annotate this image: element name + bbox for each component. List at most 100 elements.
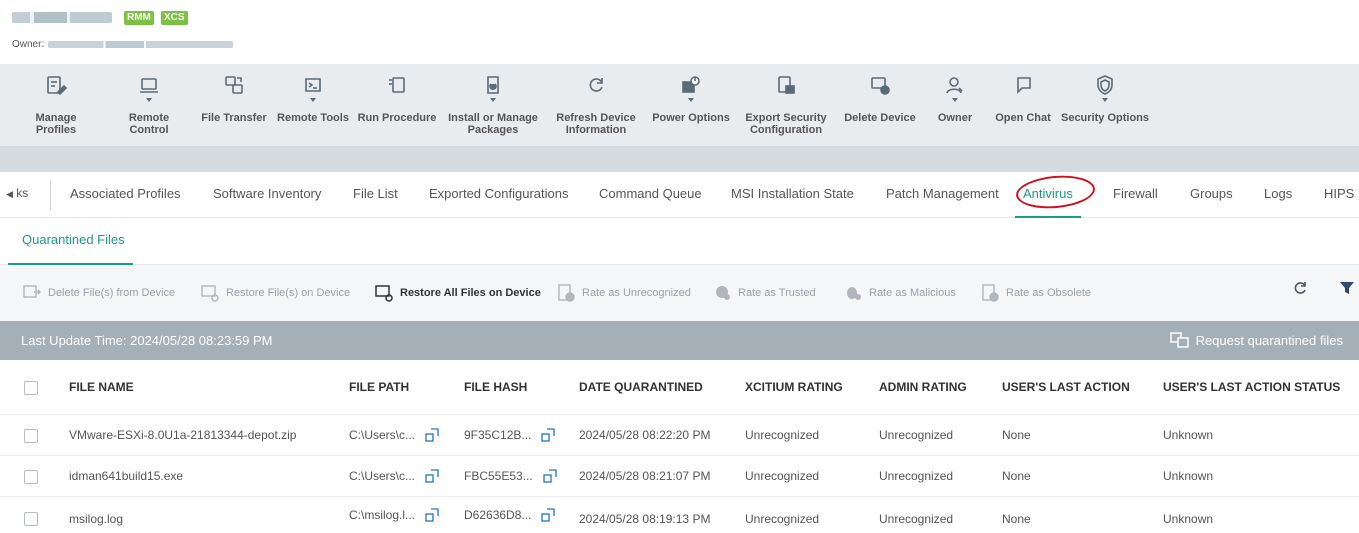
rate-obsolete-icon: [982, 284, 999, 302]
user-last-action-cell: None: [1002, 428, 1031, 442]
header-date-quarantined[interactable]: DATE QUARANTINED: [579, 360, 703, 414]
row-checkbox[interactable]: [24, 470, 38, 484]
file-hash-text: 9F35C12B...: [464, 428, 532, 442]
owner-line: Owner:: [12, 39, 234, 50]
header-file-hash[interactable]: FILE HASH: [464, 360, 527, 414]
tab-msi-installation-state[interactable]: MSI Installation State: [731, 172, 854, 218]
request-quarantined-button[interactable]: Request quarantined files: [1169, 332, 1343, 348]
copy-icon[interactable]: [425, 428, 439, 442]
rate-unrecognized-button[interactable]: Rate as Unrecognized: [556, 265, 691, 321]
file-path-text: C:\Users\c...: [349, 469, 416, 483]
file-transfer-icon: [225, 76, 243, 94]
package-icon: [487, 76, 499, 94]
delete-device-button[interactable]: Delete Device: [840, 64, 920, 146]
copy-icon[interactable]: [541, 508, 556, 522]
last-update-bar: Last Update Time: 2024/05/28 08:23:59 PM…: [0, 321, 1359, 360]
antivirus-subtabs: Quarantined Files: [0, 219, 1359, 265]
restore-all-files-button[interactable]: Restore All Files on Device: [374, 265, 541, 321]
tab-patch-management[interactable]: Patch Management: [886, 172, 999, 218]
rate-malicious-button[interactable]: Rate as Malicious: [843, 265, 956, 321]
header-user-last-action-status[interactable]: USER'S LAST ACTION STATUS: [1163, 360, 1340, 414]
delete-device-label: Delete Device: [844, 112, 916, 124]
owner-button[interactable]: Owner: [928, 64, 982, 146]
rmm-badge: RMM: [124, 11, 154, 25]
table-row[interactable]: VMware-ESXi-8.0U1a-21813344-depot.zip C:…: [0, 415, 1359, 456]
rate-malicious-icon: [847, 287, 861, 300]
chevron-down-icon: [1102, 98, 1108, 102]
request-quarantined-label: Request quarantined files: [1195, 332, 1343, 348]
file-path-cell: C:\msilog.l...: [349, 497, 439, 533]
toolbar-separator: [0, 146, 1359, 172]
row-checkbox[interactable]: [24, 512, 38, 526]
file-hash-text: D62636D8...: [464, 508, 532, 522]
tab-firewall[interactable]: Firewall: [1113, 172, 1158, 218]
security-options-label: Security Options: [1060, 112, 1150, 124]
export-icon: [778, 76, 795, 94]
filter-icon[interactable]: [1338, 279, 1356, 297]
run-procedure-button[interactable]: Run Procedure: [356, 64, 438, 146]
tabs-scroll-left[interactable]: ◀ ks: [6, 172, 28, 218]
table-row[interactable]: msilog.log C:\msilog.l... D62636D8... 20…: [0, 497, 1359, 533]
tab-antivirus[interactable]: Antivirus: [1015, 172, 1081, 218]
scroll-divider: [50, 180, 51, 210]
admin-rating-cell: Unrecognized: [879, 428, 954, 442]
tab-hips[interactable]: HIPS: [1324, 172, 1354, 218]
header-admin-rating[interactable]: ADMIN RATING: [879, 360, 967, 414]
tab-associated-profiles[interactable]: Associated Profiles: [70, 172, 181, 218]
refresh-device-button[interactable]: Refresh Device Information: [548, 64, 644, 146]
owner-label: Owner:: [12, 39, 45, 50]
header-file-name[interactable]: FILE NAME: [69, 360, 134, 414]
device-header: RMM XCS Owner:: [0, 0, 1359, 64]
manage-profiles-button[interactable]: Manage Profiles: [14, 64, 98, 146]
refresh-icon[interactable]: [1291, 279, 1309, 297]
subtab-quarantined-files[interactable]: Quarantined Files: [8, 219, 133, 265]
tab-groups[interactable]: Groups: [1190, 172, 1233, 218]
delete-files-button[interactable]: Delete File(s) from Device: [22, 265, 175, 321]
date-quarantined-cell: 2024/05/28 08:21:07 PM: [579, 469, 711, 483]
remote-control-label: Remote Control: [128, 112, 170, 136]
install-packages-button[interactable]: Install or Manage Packages: [446, 64, 540, 146]
tab-command-queue[interactable]: Command Queue: [599, 172, 702, 218]
delete-files-label: Delete File(s) from Device: [48, 287, 176, 299]
remote-tools-label: Remote Tools: [277, 112, 349, 124]
security-options-button[interactable]: Security Options: [1060, 64, 1150, 146]
refresh-device-label: Refresh Device Information: [556, 112, 636, 136]
copy-icon[interactable]: [541, 428, 556, 442]
rate-trusted-icon: [716, 286, 730, 300]
remote-control-button[interactable]: Remote Control: [108, 64, 190, 146]
quarantine-actions: Delete File(s) from Device Restore File(…: [0, 265, 1359, 321]
rate-trusted-button[interactable]: Rate as Trusted: [712, 265, 816, 321]
tab-software-inventory[interactable]: Software Inventory: [213, 172, 321, 218]
delete-files-icon: [23, 285, 41, 298]
open-chat-button[interactable]: Open Chat: [992, 64, 1054, 146]
header-xcitium-rating[interactable]: XCITIUM RATING: [745, 360, 843, 414]
xcitium-rating-cell: Unrecognized: [745, 428, 820, 442]
user-last-action-status-cell: Unknown: [1163, 428, 1214, 442]
tab-exported-configurations[interactable]: Exported Configurations: [429, 172, 568, 218]
restore-files-icon: [201, 285, 219, 302]
select-all-checkbox[interactable]: [24, 381, 38, 395]
table-row[interactable]: idman641build15.exe C:\Users\c... FBC55E…: [0, 456, 1359, 497]
owner-icon: [946, 77, 963, 94]
file-transfer-button[interactable]: File Transfer: [198, 64, 270, 146]
file-hash-cell: FBC55E53...: [464, 456, 557, 496]
tab-file-list[interactable]: File List: [353, 172, 398, 218]
copy-icon[interactable]: [425, 469, 439, 483]
restore-files-button[interactable]: Restore File(s) on Device: [200, 265, 350, 321]
device-name-redacted: [12, 12, 112, 23]
header-user-last-action[interactable]: USER'S LAST ACTION: [1002, 360, 1130, 414]
row-checkbox[interactable]: [24, 429, 38, 443]
export-security-button[interactable]: Export Security Configuration: [738, 64, 834, 146]
file-path-cell: C:\Users\c...: [349, 415, 439, 455]
power-options-button[interactable]: Power Options: [650, 64, 732, 146]
rate-unrecognized-label: Rate as Unrecognized: [582, 287, 691, 299]
date-quarantined-cell: 2024/05/28 08:22:20 PM: [579, 428, 711, 442]
tab-logs[interactable]: Logs: [1264, 172, 1292, 218]
rate-obsolete-button[interactable]: Rate as Obsolete: [980, 265, 1091, 321]
rate-malicious-label: Rate as Malicious: [869, 287, 956, 299]
header-file-path[interactable]: FILE PATH: [349, 360, 409, 414]
remote-tools-button[interactable]: Remote Tools: [276, 64, 350, 146]
copy-icon[interactable]: [543, 469, 557, 483]
copy-icon[interactable]: [425, 508, 439, 522]
xcs-badge: XCS: [161, 11, 188, 25]
